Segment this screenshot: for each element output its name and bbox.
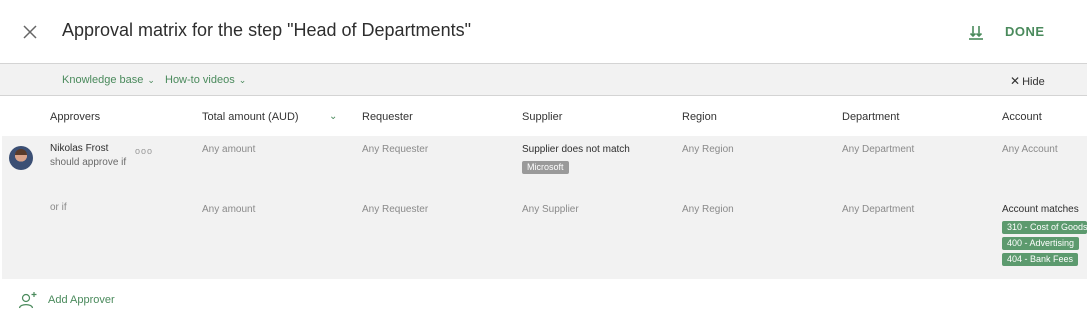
knowledge-base-label: Knowledge base xyxy=(62,74,144,86)
done-button[interactable]: DONE xyxy=(1005,24,1045,39)
supplier-tag: Microsoft xyxy=(522,161,569,174)
how-to-videos-label: How-to videos xyxy=(165,74,235,86)
requester-value[interactable]: Any Requester xyxy=(362,204,428,215)
more-options-icon[interactable]: ooo xyxy=(135,146,153,156)
close-button[interactable] xyxy=(18,20,42,44)
department-value[interactable]: Any Department xyxy=(842,144,914,155)
approver-name: Nikolas Frost xyxy=(50,143,109,154)
supplier-value[interactable]: Supplier does not match xyxy=(522,144,630,155)
column-header-approvers: Approvers xyxy=(50,111,101,123)
region-value[interactable]: Any Region xyxy=(682,144,734,155)
knowledge-base-link[interactable]: Knowledge base ⌄ xyxy=(62,74,155,86)
chevron-down-icon: ⌄ xyxy=(238,75,247,85)
account-tag: 400 - Advertising xyxy=(1002,237,1080,250)
supplier-value[interactable]: Any Supplier xyxy=(522,204,579,215)
column-header-account: Account xyxy=(1002,111,1042,123)
header-bar: Approval matrix for the step "Head of De… xyxy=(0,0,1087,64)
add-approver-label: Add Approver xyxy=(48,294,115,306)
sort-icon xyxy=(969,26,983,40)
add-user-icon xyxy=(18,292,37,309)
page-title: Approval matrix for the step "Head of De… xyxy=(62,20,471,40)
account-tag: 404 - Bank Fees xyxy=(1002,253,1079,266)
hide-label: Hide xyxy=(1022,76,1045,88)
avatar xyxy=(9,146,33,170)
column-header-requester: Requester xyxy=(362,111,413,123)
hide-button[interactable]: ✕ Hide xyxy=(1010,74,1045,88)
account-tag: 310 - Cost of Goods xyxy=(1002,221,1087,234)
total-amount-value[interactable]: Any amount xyxy=(202,204,255,215)
close-icon xyxy=(23,25,37,39)
total-amount-value[interactable]: Any amount xyxy=(202,144,255,155)
help-bar: Knowledge base ⌄ How-to videos ⌄ ✕ Hide xyxy=(0,64,1087,96)
chevron-down-icon: ⌄ xyxy=(147,75,155,85)
sort-button[interactable] xyxy=(966,22,986,42)
how-to-videos-link[interactable]: How-to videos ⌄ xyxy=(165,74,246,86)
department-value[interactable]: Any Department xyxy=(842,204,914,215)
column-header-region: Region xyxy=(682,111,717,123)
region-value[interactable]: Any Region xyxy=(682,204,734,215)
approver-condition-label: or if xyxy=(50,202,67,213)
column-header-supplier: Supplier xyxy=(522,111,563,123)
close-icon: ✕ xyxy=(1010,74,1021,88)
account-value[interactable]: Any Account xyxy=(1002,144,1058,155)
account-value[interactable]: Account matches xyxy=(1002,204,1079,215)
chevron-down-icon[interactable]: ⌄ xyxy=(329,111,337,122)
requester-value[interactable]: Any Requester xyxy=(362,144,428,155)
approver-condition-label: should approve if xyxy=(50,157,127,168)
column-header-total-amount: Total amount (AUD) xyxy=(202,111,299,123)
column-header-department: Department xyxy=(842,111,900,123)
